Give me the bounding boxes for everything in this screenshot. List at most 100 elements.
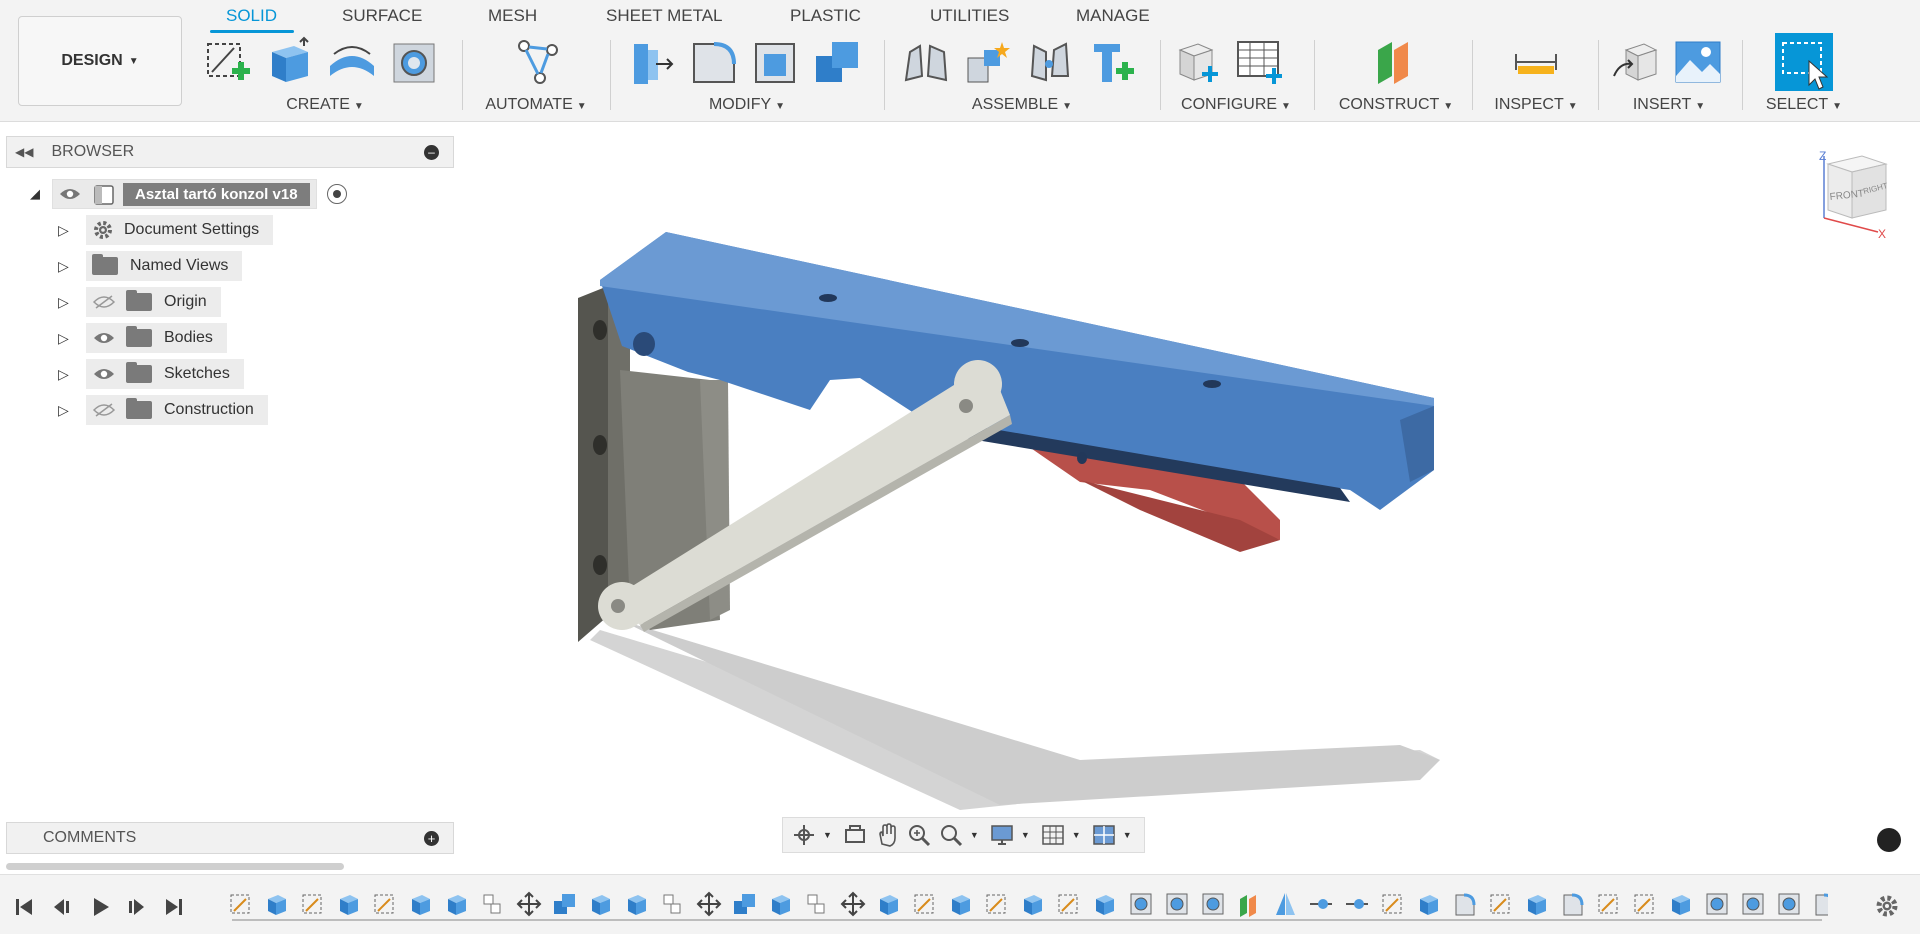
timeline-feature-extrude-icon[interactable] [448,895,466,915]
expand-arrow-icon[interactable]: ▷ [58,330,72,347]
tab-plastic[interactable]: PLASTIC [790,6,861,26]
timeline-feature-extrude-icon[interactable] [628,895,646,915]
step-forward-icon[interactable] [124,895,148,919]
fit-zoom-icon[interactable] [938,822,964,848]
viewports-icon[interactable] [1091,822,1117,848]
timeline-feature-sketch-icon[interactable] [374,894,394,914]
workspace-switcher[interactable]: DESIGN ▼ [18,16,182,106]
revolve-icon[interactable] [326,36,378,88]
select-icon[interactable] [1775,33,1833,91]
create-menu[interactable]: CREATE ▼ [202,96,448,114]
browser-node-document-settings[interactable]: Document Settings [86,215,274,245]
modify-menu[interactable]: MODIFY ▼ [626,96,868,114]
timeline-settings-gear-icon[interactable] [1874,893,1900,919]
root-component[interactable]: Asztal tartó konzol v18 [52,179,317,209]
chevron-down-icon[interactable]: ▼ [970,830,979,840]
eye-icon[interactable] [92,366,116,382]
add-comment-icon[interactable]: + [424,831,439,846]
timeline-feature-plane-icon[interactable] [1240,895,1256,917]
timeline-feature-sketch-icon[interactable] [1598,894,1618,914]
timeline-feature-sketch-icon[interactable] [1490,894,1510,914]
timeline-feature-extrude-icon[interactable] [592,895,610,915]
timeline-feature-extrude-icon[interactable] [412,895,430,915]
timeline-feature-combine-icon[interactable] [554,894,575,914]
construct-menu[interactable]: CONSTRUCT ▼ [1330,96,1462,114]
browser-node-sketches[interactable]: Sketches [86,359,244,389]
collapse-panel-icon[interactable]: ◀◀ [15,145,33,159]
wall-plate[interactable] [578,286,608,642]
activate-radio[interactable] [326,184,347,204]
timeline-feature-extrude-icon[interactable] [772,895,790,915]
timeline-feature-joint-icon[interactable] [663,894,681,914]
timeline-feature-hole-icon[interactable] [1166,893,1188,915]
chevron-down-icon[interactable]: ▼ [1123,830,1132,840]
timeline-feature-hole-icon[interactable] [1778,893,1800,915]
timeline-feature-extrude-icon[interactable] [1420,895,1438,915]
timeline-feature-extrude-icon[interactable] [1024,895,1042,915]
timeline-feature-extrude-icon[interactable] [1528,895,1546,915]
feedback-icon[interactable] [1877,828,1901,852]
joint-icon[interactable] [962,36,1014,88]
tab-manage[interactable]: MANAGE [1076,6,1150,26]
browser-node-bodies[interactable]: Bodies [86,323,227,353]
timeline-feature-axis-icon[interactable] [1346,899,1368,909]
pan-hand-icon[interactable] [874,822,900,848]
expand-arrow-icon[interactable]: ▷ [58,222,72,239]
browser-node-construction[interactable]: Construction [86,395,268,425]
tab-mesh[interactable]: MESH [488,6,537,26]
timeline-feature-sketch-icon[interactable] [986,894,1006,914]
chevron-down-icon[interactable]: ▼ [823,830,832,840]
inspect-menu[interactable]: INSPECT ▼ [1486,96,1586,114]
timeline-feature-fillet-icon[interactable] [1815,893,1836,916]
measure-icon[interactable] [1510,36,1562,88]
go-to-end-icon[interactable] [162,895,186,919]
insert-fastener-icon[interactable] [1086,36,1138,88]
timeline-feature-sketch-icon[interactable] [1382,894,1402,914]
assemble-menu[interactable]: ASSEMBLE ▼ [900,96,1144,114]
hole-icon[interactable] [388,36,440,88]
timeline-feature-mirror-icon[interactable] [1276,893,1295,915]
select-menu[interactable]: SELECT ▼ [1752,96,1856,114]
tab-utilities[interactable]: UTILITIES [930,6,1009,26]
expand-arrow-icon[interactable]: ▷ [58,258,72,275]
timeline-feature-hole-icon[interactable] [1130,893,1152,915]
timeline-feature-hole-icon[interactable] [1706,893,1728,915]
as-built-joint-icon[interactable] [1024,36,1076,88]
eye-icon[interactable] [59,186,81,202]
extrude-icon[interactable] [264,36,316,88]
collapse-triangle-icon[interactable]: ◢ [30,186,40,202]
minimize-browser-icon[interactable]: – [424,145,439,160]
eye-hidden-icon[interactable] [92,402,116,418]
step-back-icon[interactable] [50,895,74,919]
timeline-feature-fillet-icon[interactable] [1563,893,1584,916]
timeline-feature-hole-icon[interactable] [1202,893,1224,915]
orbit-icon[interactable] [791,822,817,848]
look-at-icon[interactable] [842,822,868,848]
timeline-feature-axis-icon[interactable] [1310,899,1332,909]
offset-plane-icon[interactable] [1370,36,1422,88]
timeline-feature-move-icon[interactable] [696,891,722,917]
timeline-feature-sketch-icon[interactable] [1634,894,1654,914]
create-sketch-icon[interactable] [202,36,254,88]
configure-model-icon[interactable] [1172,36,1224,88]
go-to-start-icon[interactable] [12,895,36,919]
grid-snaps-icon[interactable] [1040,822,1066,848]
timeline-feature-extrude-icon[interactable] [1672,895,1690,915]
combine-icon[interactable] [812,36,864,88]
display-settings-icon[interactable] [989,822,1015,848]
eye-icon[interactable] [92,330,116,346]
insert-menu[interactable]: INSERT ▼ [1610,96,1728,114]
fillet-icon[interactable] [688,36,740,88]
configuration-table-icon[interactable] [1234,36,1286,88]
tab-surface[interactable]: SURFACE [342,6,422,26]
canvas-3d-model[interactable] [560,220,1440,820]
timeline-feature-sketch-icon[interactable] [302,894,322,914]
configure-menu[interactable]: CONFIGURE ▼ [1172,96,1300,114]
timeline-feature-fillet-icon[interactable] [1455,893,1476,916]
browser-root-row[interactable]: ◢ Asztal tartó konzol v18 [30,179,347,209]
timeline-feature-extrude-icon[interactable] [340,895,358,915]
expand-arrow-icon[interactable]: ▷ [58,366,72,383]
chevron-down-icon[interactable]: ▼ [1021,830,1030,840]
browser-node-origin[interactable]: Origin [86,287,221,317]
tab-sheet-metal[interactable]: SHEET METAL [606,6,723,26]
